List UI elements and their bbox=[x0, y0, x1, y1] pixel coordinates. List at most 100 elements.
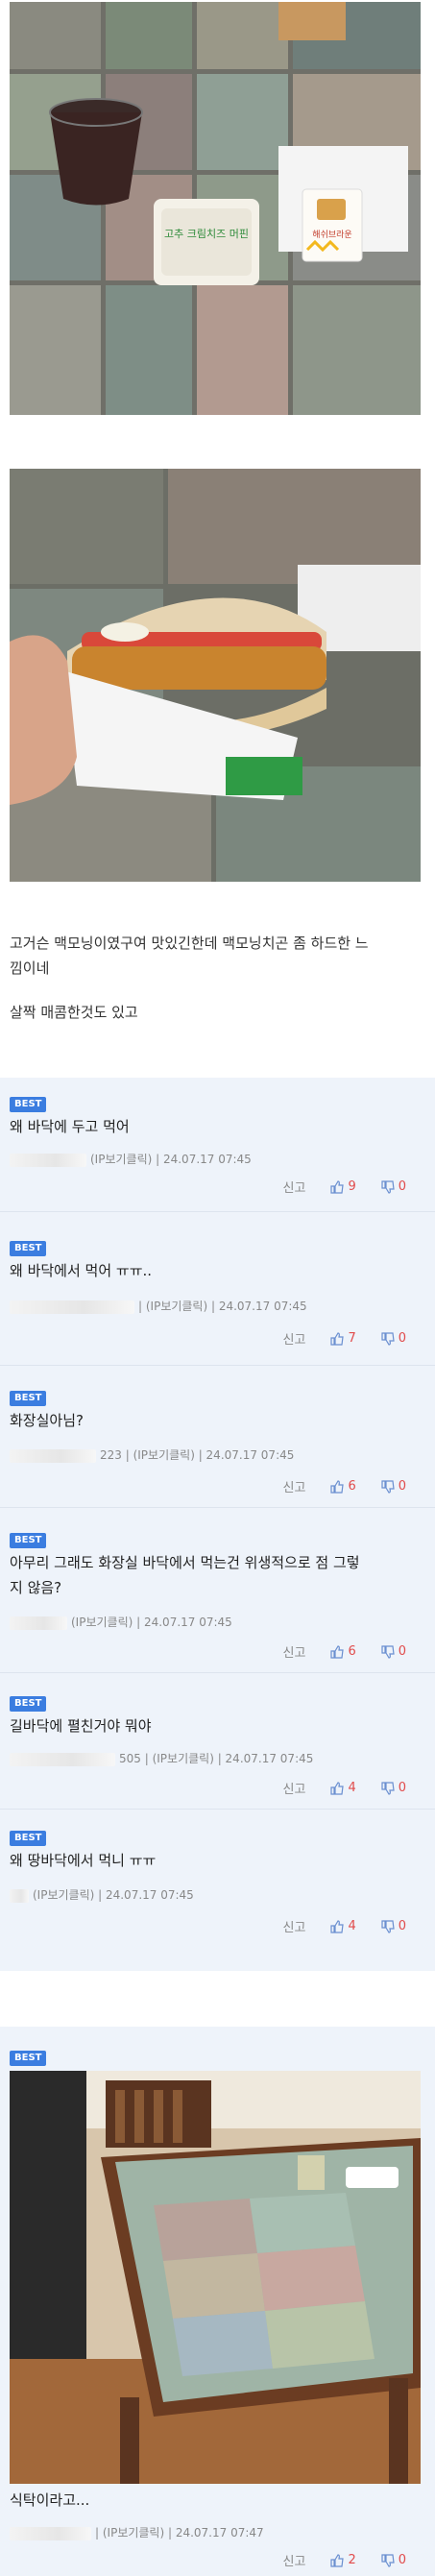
downvote-button[interactable]: 0 bbox=[381, 1331, 406, 1346]
comment-actions: 신고 4 0 bbox=[283, 1779, 406, 1797]
author-nick[interactable] bbox=[10, 1888, 29, 1903]
report-button[interactable]: 신고 bbox=[283, 1329, 306, 1348]
paper-bag bbox=[278, 2, 346, 40]
comment-4: BEST 아무리 그래도 화장실 바닥에서 먹는건 위생적으로 점 그렇 지 않… bbox=[0, 1508, 435, 1673]
comment-7: BEST 식탁이라고... | (IP보기클릭) | 24.07.17 07:4… bbox=[0, 2027, 435, 2576]
author-nick[interactable] bbox=[10, 1448, 96, 1463]
comment-text-line-2: 지 않음? bbox=[10, 1579, 62, 1596]
upvote-button[interactable]: 7 bbox=[330, 1331, 356, 1346]
muffin-box: 고추 크림치즈 머핀 bbox=[154, 199, 259, 285]
comment-meta: (IP보기클릭) | 24.07.17 07:45 bbox=[10, 1886, 194, 1903]
thumb-up-icon bbox=[330, 1919, 345, 1933]
report-button[interactable]: 신고 bbox=[283, 1779, 306, 1797]
report-button[interactable]: 신고 bbox=[283, 1178, 306, 1196]
comment-meta: 223 | (IP보기클릭) | 24.07.17 07:45 bbox=[10, 1446, 294, 1463]
drink-cup bbox=[49, 98, 143, 206]
author-nick[interactable] bbox=[10, 1153, 86, 1167]
comment-3: BEST 화장실아님? 223 | (IP보기클릭) | 24.07.17 07… bbox=[0, 1366, 435, 1508]
comment-1: BEST 왜 바닥에 두고 먹어 (IP보기클릭) | 24.07.17 07:… bbox=[0, 1078, 435, 1212]
photo-2-image bbox=[10, 469, 421, 882]
downvote-button[interactable]: 0 bbox=[381, 1644, 406, 1659]
downvote-button[interactable]: 0 bbox=[381, 1479, 406, 1494]
report-button[interactable]: 신고 bbox=[283, 1917, 306, 1935]
chair bbox=[106, 2080, 211, 2148]
svg-text:해쉬브라운: 해쉬브라운 bbox=[312, 230, 351, 240]
comment-text: 식탁이라고... bbox=[10, 2491, 90, 2509]
fridge bbox=[10, 2071, 86, 2359]
best-badge: BEST bbox=[10, 1391, 47, 1406]
best-badge: BEST bbox=[10, 1831, 47, 1846]
thumb-down-icon bbox=[381, 1479, 395, 1494]
downvote-button[interactable]: 0 bbox=[381, 1179, 406, 1194]
post-body: 고거슨 맥모닝이였구여 맛있긴한데 맥모닝치곤 좀 하드한 느 낌이네 살짝 매… bbox=[10, 931, 423, 1025]
comment-2: BEST 왜 바닥에서 먹어 ㅠㅠ.. | (IP보기클릭) | 24.07.1… bbox=[0, 1212, 435, 1366]
downvote-button[interactable]: 0 bbox=[381, 1919, 406, 1933]
comment-photo bbox=[10, 2071, 421, 2484]
comment-list: BEST 왜 바닥에 두고 먹어 (IP보기클릭) | 24.07.17 07:… bbox=[0, 1078, 435, 1971]
thumb-down-icon bbox=[381, 1644, 395, 1659]
thumb-down-icon bbox=[381, 1179, 395, 1194]
comment-actions: 신고 9 0 bbox=[283, 1178, 406, 1196]
downvote-button[interactable]: 0 bbox=[381, 2553, 406, 2567]
post-line-3: 살짝 매콤한것도 있고 bbox=[10, 1004, 138, 1021]
upvote-button[interactable]: 2 bbox=[330, 2553, 356, 2567]
comment-actions: 신고 2 0 bbox=[283, 2551, 406, 2569]
upvote-button[interactable]: 4 bbox=[330, 1919, 356, 1933]
author-nick[interactable] bbox=[10, 1616, 67, 1630]
table-photo-image bbox=[10, 2071, 421, 2484]
photo-1-image: 고추 크림치즈 머핀 해쉬브라운 bbox=[10, 2, 421, 415]
comment-meta: | (IP보기클릭) | 24.07.17 07:47 bbox=[10, 2524, 264, 2540]
comment-text: 아무리 그래도 화장실 바닥에서 먹는건 위생적으로 점 그렇 지 않음? bbox=[10, 1550, 423, 1600]
comment-text: 왜 바닥에 두고 먹어 bbox=[10, 1118, 130, 1135]
hashbrown-pack: 해쉬브라운 bbox=[278, 146, 408, 262]
post-line-1: 고거슨 맥모닝이였구여 맛있긴한데 맥모닝치곤 좀 하드한 느 bbox=[10, 935, 369, 952]
comment-6: BEST 왜 땅바닥에서 먹니 ㅠㅠ (IP보기클릭) | 24.07.17 0… bbox=[0, 1810, 435, 1971]
comment-actions: 신고 4 0 bbox=[283, 1917, 406, 1935]
comment-actions: 신고 6 0 bbox=[283, 1642, 406, 1661]
comment-text-line-1: 아무리 그래도 화장실 바닥에서 먹는건 위생적으로 점 그렇 bbox=[10, 1554, 360, 1571]
cup bbox=[298, 2155, 325, 2190]
author-nick[interactable] bbox=[10, 2526, 91, 2540]
best-badge: BEST bbox=[10, 2051, 47, 2066]
comment-meta: | (IP보기클릭) | 24.07.17 07:45 bbox=[10, 1298, 307, 1314]
report-button[interactable]: 신고 bbox=[283, 1642, 306, 1661]
best-badge: BEST bbox=[10, 1533, 47, 1548]
comment-text: 화장실아님? bbox=[10, 1412, 84, 1429]
comment-meta: 505 | (IP보기클릭) | 24.07.17 07:45 bbox=[10, 1750, 313, 1766]
report-button[interactable]: 신고 bbox=[283, 1477, 306, 1495]
comment-text: 길바닥에 펼친거야 뭐야 bbox=[10, 1717, 152, 1735]
svg-text:고추 크림치즈 머핀: 고추 크림치즈 머핀 bbox=[164, 228, 249, 240]
report-button[interactable]: 신고 bbox=[283, 2551, 306, 2569]
container bbox=[346, 2167, 399, 2188]
thumb-up-icon bbox=[330, 1479, 345, 1494]
downvote-button[interactable]: 0 bbox=[381, 1781, 406, 1795]
comment-text: 왜 땅바닥에서 먹니 ㅠㅠ bbox=[10, 1852, 157, 1869]
upvote-button[interactable]: 4 bbox=[330, 1781, 356, 1795]
best-badge: BEST bbox=[10, 1696, 47, 1712]
thumb-up-icon bbox=[330, 1644, 345, 1659]
upvote-button[interactable]: 6 bbox=[330, 1479, 356, 1494]
thumb-down-icon bbox=[381, 1781, 395, 1795]
comment-5: BEST 길바닥에 펼친거야 뭐야 505 | (IP보기클릭) | 24.07… bbox=[0, 1673, 435, 1810]
comment-meta: (IP보기클릭) | 24.07.17 07:45 bbox=[10, 1151, 252, 1167]
comment-meta: (IP보기클릭) | 24.07.17 07:45 bbox=[10, 1614, 232, 1630]
best-badge: BEST bbox=[10, 1241, 47, 1256]
thumb-down-icon bbox=[381, 1919, 395, 1933]
post-line-2: 낌이네 bbox=[10, 960, 50, 977]
comment-text: 왜 바닥에서 먹어 ㅠㅠ.. bbox=[10, 1262, 153, 1279]
thumb-up-icon bbox=[330, 2553, 345, 2567]
page: 고추 크림치즈 머핀 해쉬브라운 고거슨 맥모닝이였구여 맛있긴한데 맥모닝치곤… bbox=[0, 0, 435, 2576]
author-nick[interactable] bbox=[10, 1752, 115, 1766]
best-badge: BEST bbox=[10, 1097, 47, 1112]
comment-actions: 신고 6 0 bbox=[283, 1477, 406, 1495]
thumb-up-icon bbox=[330, 1781, 345, 1795]
upvote-button[interactable]: 9 bbox=[330, 1179, 356, 1194]
comment-actions: 신고 7 0 bbox=[283, 1329, 406, 1348]
post-photo-1: 고추 크림치즈 머핀 해쉬브라운 bbox=[10, 2, 421, 415]
thumb-down-icon bbox=[381, 1331, 395, 1346]
author-nick[interactable] bbox=[10, 1300, 134, 1314]
thumb-up-icon bbox=[330, 1331, 345, 1346]
upvote-button[interactable]: 6 bbox=[330, 1644, 356, 1659]
post-photo-2 bbox=[10, 469, 421, 882]
thumb-down-icon bbox=[381, 2553, 395, 2567]
